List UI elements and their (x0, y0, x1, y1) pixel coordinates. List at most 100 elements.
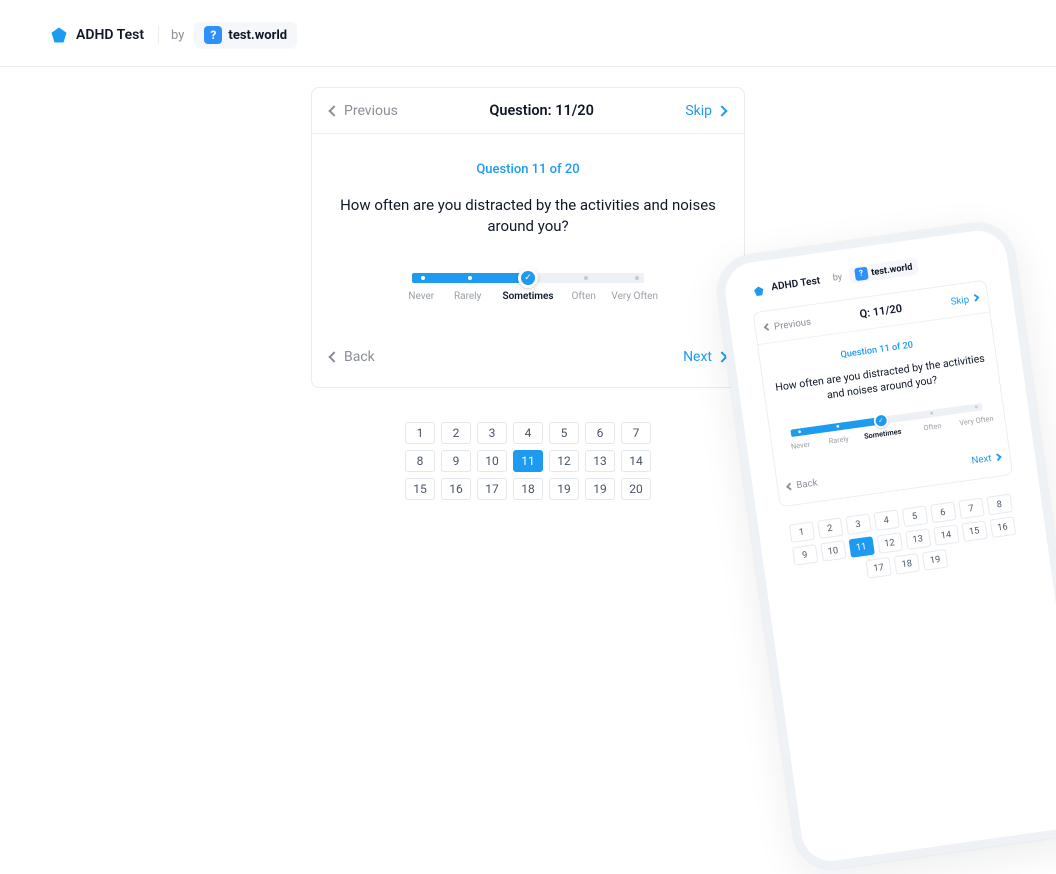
pager-item[interactable]: 19 (585, 478, 615, 500)
pager-item[interactable]: 17 (865, 557, 891, 579)
chevron-left-icon (764, 323, 772, 331)
pager-item[interactable]: 11 (848, 536, 874, 558)
question-pager: 123456789101112131415161718191920 (388, 422, 668, 500)
phone-slider-handle[interactable]: ✓ (873, 412, 890, 429)
previous-label: Previous (344, 103, 398, 119)
pager-item[interactable]: 18 (894, 553, 920, 575)
pager-item[interactable]: 13 (585, 450, 615, 472)
pager-item[interactable]: 15 (405, 478, 435, 500)
pager-item[interactable]: 1 (405, 422, 435, 444)
slider-tick (584, 276, 588, 280)
next-button[interactable]: Next (683, 349, 726, 365)
pager-item[interactable]: 2 (441, 422, 471, 444)
phone-skip-button[interactable]: Skip (950, 292, 979, 308)
pager-item[interactable]: 2 (817, 518, 843, 540)
slider-label: Sometimes (864, 427, 902, 440)
pentagon-icon (752, 282, 764, 294)
chip-label: test.world (228, 28, 287, 43)
slider-tick (974, 405, 977, 408)
back-button[interactable]: Back (330, 349, 375, 365)
chevron-left-icon (786, 482, 794, 490)
pager-item[interactable]: 16 (989, 516, 1015, 538)
answer-slider[interactable]: ✓ (412, 273, 644, 283)
question-counter: Question: 11/20 (489, 102, 594, 119)
by-group: by ? test.world (159, 22, 297, 48)
back-label: Back (344, 349, 375, 365)
next-label: Next (683, 349, 712, 365)
phone-back-label: Back (796, 476, 819, 491)
phone-back-button[interactable]: Back (786, 476, 818, 492)
pager-item[interactable]: 9 (441, 450, 471, 472)
phone-next-button[interactable]: Next (971, 451, 1002, 467)
card-top-bar: Previous Question: 11/20 Skip (312, 88, 744, 134)
pager-item[interactable]: 17 (477, 478, 507, 500)
slider-labels: NeverRarelySometimesOftenVery Often (412, 291, 644, 305)
card-bottom-bar: Back Next (312, 329, 744, 387)
pager-item[interactable]: 19 (922, 549, 948, 571)
phone-previous-label: Previous (773, 315, 811, 332)
chevron-right-icon (994, 453, 1002, 461)
chevron-right-icon (716, 105, 727, 116)
question-subtitle: Question 11 of 20 (334, 162, 722, 177)
slider-label: Sometimes (503, 291, 554, 302)
pager-item[interactable]: 4 (513, 422, 543, 444)
pager-item[interactable]: 12 (549, 450, 579, 472)
app-logo[interactable]: ADHD Test (50, 26, 159, 44)
skip-label: Skip (685, 103, 712, 119)
chevron-left-icon (328, 351, 339, 362)
pager-item[interactable]: 7 (958, 498, 984, 520)
pager-item[interactable]: 5 (549, 422, 579, 444)
slider-label: Rarely (828, 435, 849, 446)
chevron-left-icon (328, 105, 339, 116)
pager-item[interactable]: 10 (477, 450, 507, 472)
pager-item[interactable]: 10 (820, 540, 846, 562)
pager-item[interactable]: 8 (986, 494, 1012, 516)
pager-item[interactable]: 3 (845, 514, 871, 536)
card-body: Question 11 of 20 How often are you dist… (312, 134, 744, 329)
pager-item[interactable]: 6 (585, 422, 615, 444)
testworld-chip[interactable]: ? test.world (194, 22, 297, 48)
pager-item[interactable]: 11 (513, 450, 543, 472)
app-name: ADHD Test (76, 27, 144, 43)
pager-item[interactable]: 4 (873, 510, 899, 532)
slider-label: Very Often (611, 291, 658, 302)
pager-item[interactable]: 19 (549, 478, 579, 500)
phone-skip-label: Skip (950, 293, 970, 307)
pager-item[interactable]: 14 (933, 524, 959, 546)
slider-label: Often (571, 291, 595, 302)
pager-item[interactable]: 18 (513, 478, 543, 500)
pager-item[interactable]: 9 (792, 544, 818, 566)
pager-item[interactable]: 6 (930, 502, 956, 524)
pager-item[interactable]: 12 (876, 532, 902, 554)
pager-item[interactable]: 14 (621, 450, 651, 472)
slider-label: Very Often (959, 414, 994, 427)
phone-previous-button[interactable]: Previous (764, 315, 812, 333)
slider-fill (412, 273, 533, 283)
slider-label: Never (790, 440, 810, 451)
pentagon-icon (50, 26, 68, 44)
pager-item[interactable]: 7 (621, 422, 651, 444)
previous-button[interactable]: Previous (330, 103, 398, 119)
skip-button[interactable]: Skip (685, 103, 726, 119)
question-icon: ? (204, 26, 222, 44)
slider-tick (635, 276, 639, 280)
slider-label: Often (923, 422, 942, 433)
pager-item[interactable]: 13 (905, 528, 931, 550)
phone-app-name: ADHD Test (770, 274, 820, 293)
pager-item[interactable]: 15 (961, 520, 987, 542)
pager-item[interactable]: 1 (788, 521, 814, 543)
check-icon: ✓ (878, 417, 884, 425)
phone-card: Previous Q: 11/20 Skip Question 11 of 20… (753, 280, 1014, 508)
phone-question-counter: Q: 11/20 (859, 302, 903, 321)
phone-testworld-chip[interactable]: ? test.world (848, 258, 919, 284)
slider-handle[interactable]: ✓ (518, 268, 538, 288)
check-icon: ✓ (524, 273, 532, 283)
by-label: by (171, 28, 184, 43)
pager-item[interactable]: 8 (405, 450, 435, 472)
question-icon: ? (854, 267, 869, 282)
pager-item[interactable]: 20 (621, 478, 651, 500)
question-card: Previous Question: 11/20 Skip Question 1… (311, 87, 745, 388)
pager-item[interactable]: 3 (477, 422, 507, 444)
pager-item[interactable]: 5 (901, 506, 927, 528)
pager-item[interactable]: 16 (441, 478, 471, 500)
